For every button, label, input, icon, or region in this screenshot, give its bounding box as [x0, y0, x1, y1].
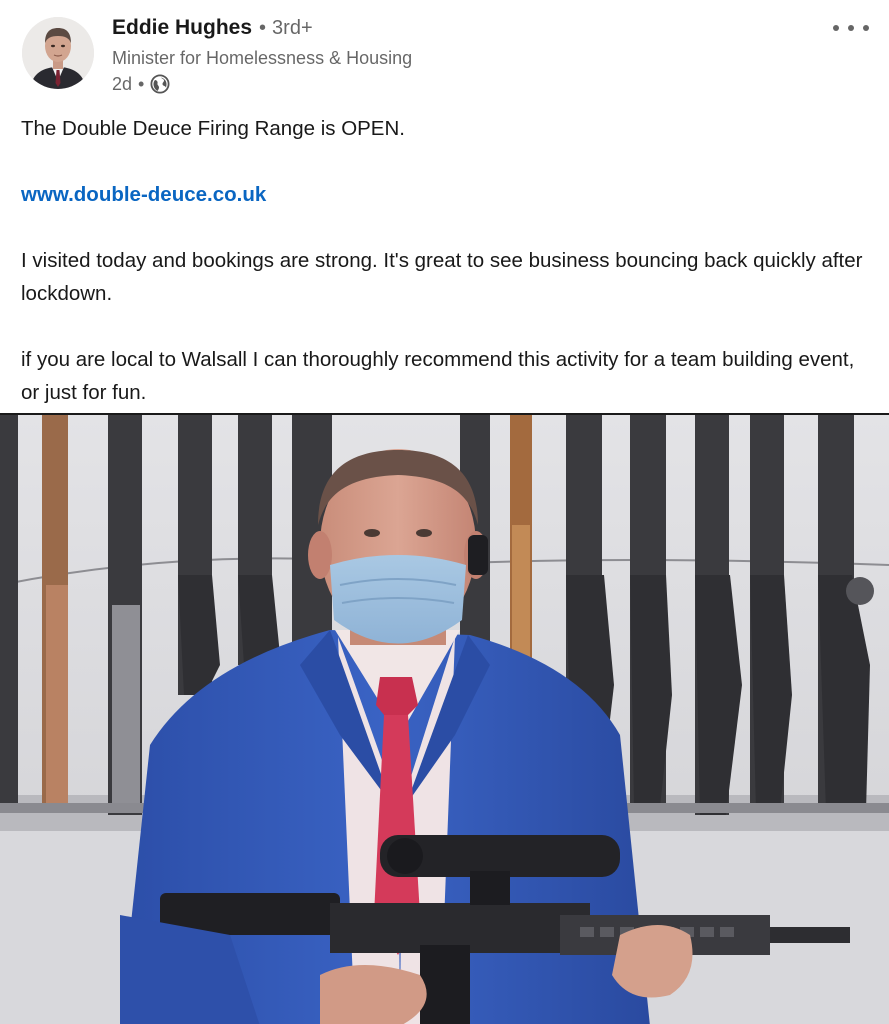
avatar-image [22, 17, 94, 89]
author-avatar[interactable] [22, 17, 94, 89]
connection-degree: 3rd+ [272, 17, 313, 39]
more-dot [848, 25, 854, 31]
separator-dot: • [138, 73, 145, 94]
post-link[interactable]: www.double-deuce.co.uk [21, 183, 266, 206]
post-image[interactable] [0, 413, 889, 1024]
globe-icon [150, 74, 170, 94]
more-dot [863, 25, 869, 31]
separator-dot: • [259, 17, 267, 39]
post-text-para3: if you are local to Walsall I can thorou… [21, 348, 855, 404]
post-text-para2: I visited today and bookings are strong.… [21, 249, 863, 305]
author-info: Eddie Hughes • 3rd+ Minister for Homeles… [112, 16, 412, 96]
post-meta: 2d • [112, 72, 412, 96]
author-headline: Minister for Homelessness & Housing [112, 48, 413, 68]
more-dot [833, 25, 839, 31]
linkedin-post: Eddie Hughes • 3rd+ Minister for Homeles… [0, 0, 889, 1024]
author-name[interactable]: Eddie Hughes [112, 16, 252, 40]
post-body: The Double Deuce Firing Range is OPEN. w… [21, 112, 871, 409]
post-header: Eddie Hughes • 3rd+ Minister for Homeles… [0, 0, 889, 110]
author-name-row: Eddie Hughes • 3rd+ [112, 16, 412, 44]
more-options-icon[interactable] [833, 16, 869, 40]
post-photo [0, 415, 889, 1024]
post-text-line1: The Double Deuce Firing Range is OPEN. [21, 117, 405, 140]
post-time[interactable]: 2d [112, 74, 132, 95]
